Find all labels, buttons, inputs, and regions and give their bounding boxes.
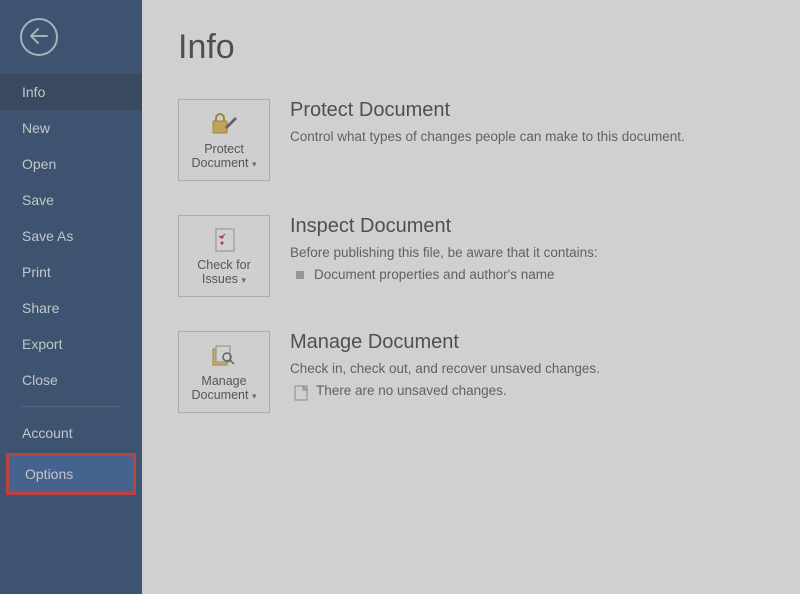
- back-button[interactable]: [20, 18, 58, 56]
- sidebar-item-label: New: [22, 120, 50, 136]
- sidebar-item-open[interactable]: Open: [0, 146, 142, 182]
- sidebar-item-export[interactable]: Export: [0, 326, 142, 362]
- sidebar-item-info[interactable]: Info: [0, 74, 142, 110]
- section-title: Inspect Document: [290, 215, 764, 238]
- backstage-main: Info Protect Document ▾ Protect Document…: [142, 0, 800, 594]
- check-for-issues-button[interactable]: Check for Issues ▾: [178, 215, 270, 297]
- section-title: Manage Document: [290, 331, 764, 354]
- square-bullet-icon: [296, 271, 304, 279]
- chevron-down-icon: ▾: [239, 275, 246, 285]
- tile-label: Manage Document ▾: [181, 374, 267, 403]
- sidebar-item-label: Export: [22, 336, 62, 352]
- page-title: Info: [178, 28, 764, 67]
- annotation-highlight: Options: [6, 453, 136, 495]
- manage-note-text: There are no unsaved changes.: [316, 383, 507, 398]
- sidebar-item-label: Options: [25, 466, 73, 482]
- sidebar-item-options[interactable]: Options: [9, 456, 133, 492]
- sidebar-item-account[interactable]: Account: [0, 415, 142, 451]
- tile-label: Check for Issues ▾: [181, 258, 267, 287]
- manage-document-button[interactable]: Manage Document ▾: [178, 331, 270, 413]
- sidebar-item-print[interactable]: Print: [0, 254, 142, 290]
- sidebar-item-label: Save: [22, 192, 54, 208]
- inspect-bullet-row: Document properties and author's name: [290, 267, 764, 282]
- section-manage-document: Manage Document ▾ Manage Document Check …: [178, 331, 764, 413]
- sidebar-item-close[interactable]: Close: [0, 362, 142, 398]
- section-protect-document: Protect Document ▾ Protect Document Cont…: [178, 99, 764, 181]
- section-description: Check in, check out, and recover unsaved…: [290, 360, 764, 379]
- backstage-sidebar: Info New Open Save Save As Print Share E…: [0, 0, 142, 594]
- sidebar-item-share[interactable]: Share: [0, 290, 142, 326]
- sidebar-item-label: Info: [22, 84, 45, 100]
- sidebar-item-label: Share: [22, 300, 59, 316]
- chevron-down-icon: ▾: [249, 391, 256, 401]
- sidebar-item-save-as[interactable]: Save As: [0, 218, 142, 254]
- sidebar-divider: [20, 406, 122, 407]
- manage-note-row: There are no unsaved changes.: [290, 383, 764, 401]
- sidebar-item-label: Print: [22, 264, 51, 280]
- chevron-down-icon: ▾: [249, 159, 256, 169]
- document-stack-magnify-icon: [209, 342, 239, 370]
- protect-document-button[interactable]: Protect Document ▾: [178, 99, 270, 181]
- inspect-bullet-text: Document properties and author's name: [314, 267, 554, 282]
- sidebar-item-label: Close: [22, 372, 58, 388]
- section-description: Control what types of changes people can…: [290, 128, 764, 147]
- lock-key-icon: [209, 110, 239, 138]
- section-inspect-document: Check for Issues ▾ Inspect Document Befo…: [178, 215, 764, 297]
- sidebar-item-label: Account: [22, 425, 73, 441]
- tile-label: Protect Document ▾: [181, 142, 267, 171]
- sidebar-item-new[interactable]: New: [0, 110, 142, 146]
- section-description: Before publishing this file, be aware th…: [290, 244, 764, 263]
- sidebar-item-label: Open: [22, 156, 56, 172]
- document-icon: [294, 385, 308, 401]
- sidebar-item-save[interactable]: Save: [0, 182, 142, 218]
- sidebar-item-label: Save As: [22, 228, 73, 244]
- checklist-icon: [209, 226, 239, 254]
- section-title: Protect Document: [290, 99, 764, 122]
- arrow-left-icon: [30, 28, 48, 47]
